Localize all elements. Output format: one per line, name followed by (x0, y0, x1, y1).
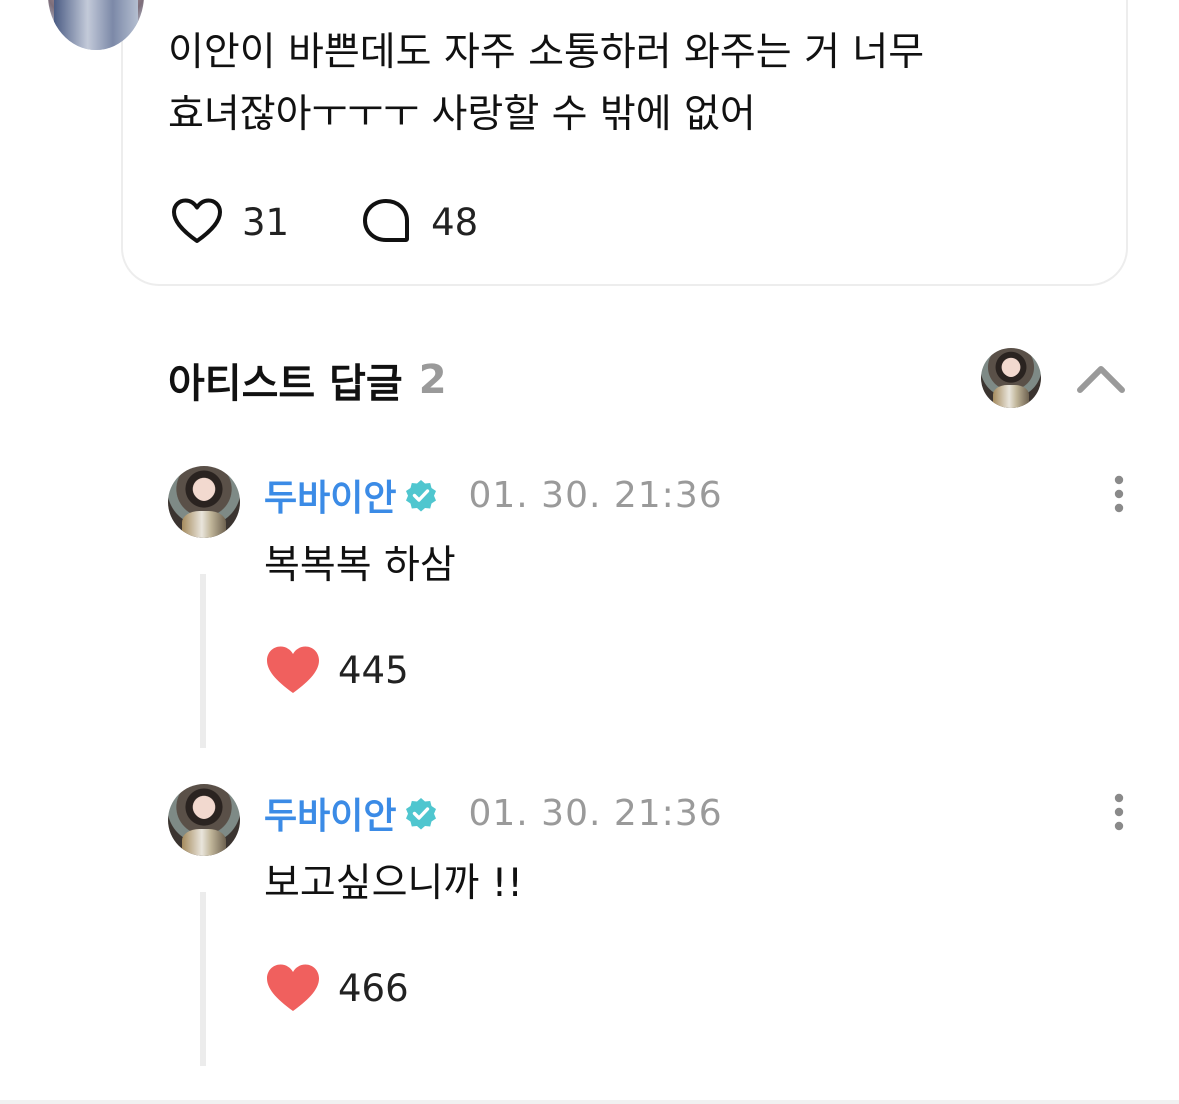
post-text-line-1: 이안이 바쁜데도 자주 소통하러 와주는 거 너무 (168, 30, 925, 75)
more-options-icon[interactable] (1104, 472, 1134, 516)
reply-author-name[interactable]: 두바이안 (264, 469, 396, 521)
thread-line (200, 892, 206, 1066)
artist-avatar[interactable] (981, 348, 1041, 408)
post-comment-button[interactable]: 48 (359, 195, 478, 249)
heart-outline-icon (172, 198, 222, 243)
speech-bubble-icon (363, 199, 410, 242)
reply-text: 보고싶으니까 !! (264, 861, 523, 906)
post-body: 이안이 바쁜데도 자주 소통하러 와주는 거 너무 효녀잖아ㅜㅜㅜ 사랑할 수 … (168, 22, 1068, 146)
reply-author-avatar[interactable] (168, 784, 240, 856)
verified-badge-icon (406, 798, 437, 830)
post-text-line-2: 효녀잖아ㅜㅜㅜ 사랑할 수 밖에 없어 (168, 92, 756, 137)
reply-timestamp: 01. 30. 21:36 (468, 474, 723, 516)
reply-text: 복복복 하삼 (264, 543, 456, 588)
post-like-count: 31 (242, 200, 290, 244)
reply-like-count: 445 (338, 648, 409, 692)
reply-like-button[interactable]: 466 (264, 958, 409, 1018)
artist-replies-count: 2 (418, 357, 447, 403)
post-like-button[interactable]: 31 (170, 195, 289, 249)
chevron-up-icon[interactable] (1074, 356, 1128, 400)
reply-author-name[interactable]: 두바이안 (264, 787, 396, 839)
heart-filled-icon (267, 646, 319, 693)
reply-author-avatar[interactable] (168, 466, 240, 538)
reply-timestamp: 01. 30. 21:36 (468, 792, 723, 834)
reply-like-count: 466 (338, 966, 409, 1010)
reply-meta: 두바이안 01. 30. 21:36 (264, 470, 723, 520)
post-comment-count: 48 (431, 200, 479, 244)
post-author-avatar[interactable] (48, 0, 144, 50)
post-actions: 31 48 (170, 194, 548, 250)
reply-like-button[interactable]: 445 (264, 640, 409, 700)
thread-line (200, 574, 206, 748)
artist-replies-title: 아티스트 답글 (168, 361, 403, 407)
more-options-icon[interactable] (1104, 790, 1134, 834)
divider (0, 1100, 1179, 1104)
verified-badge-icon (406, 480, 437, 512)
artist-replies-header: 아티스트 답글 2 (168, 350, 447, 410)
heart-filled-icon (267, 964, 319, 1011)
reply-meta: 두바이안 01. 30. 21:36 (264, 788, 723, 838)
